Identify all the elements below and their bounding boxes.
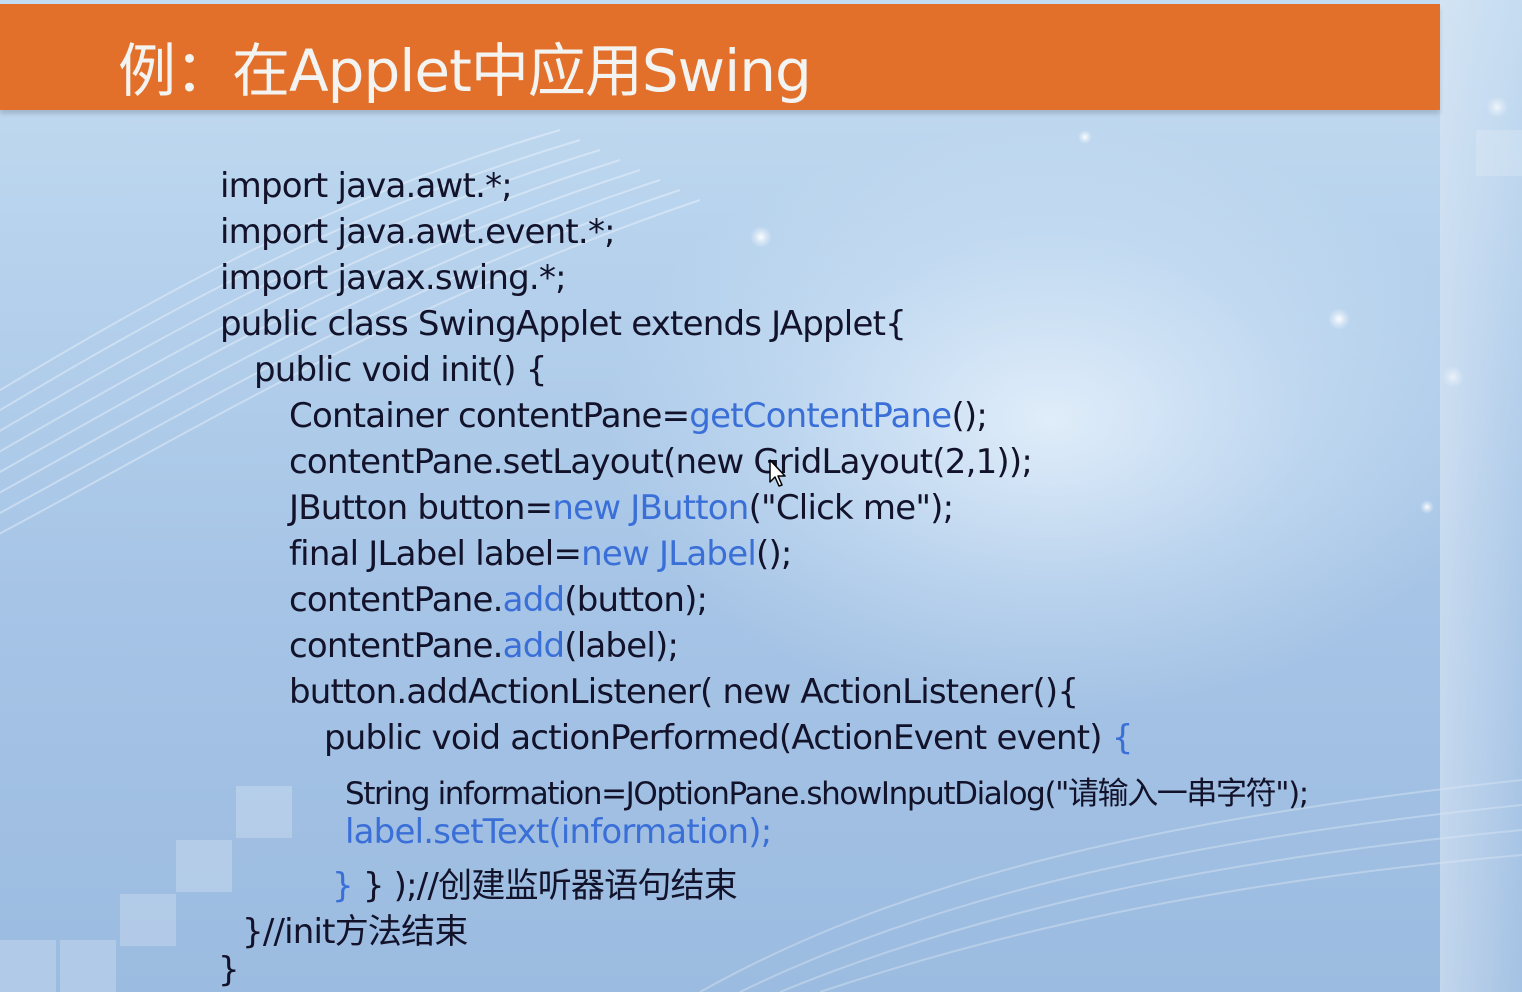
code-text: (label);	[564, 626, 679, 666]
code-line: } } );//创建监听器语句结束	[332, 858, 738, 907]
code-line: Container contentPane=getContentPane();	[289, 396, 988, 436]
code-line: button.addActionListener( new ActionList…	[289, 672, 1079, 712]
code-text: ();	[755, 534, 792, 574]
code-keyword: getContentPane	[689, 396, 952, 436]
code-line: String information=JOptionPane.showInput…	[345, 776, 1309, 812]
code-line: final JLabel label=new JLabel();	[289, 534, 792, 574]
code-line: public void actionPerformed(ActionEvent …	[324, 718, 1133, 758]
code-line: JButton button=new JButton("Click me");	[289, 488, 955, 528]
code-text: JButton button=	[289, 488, 553, 528]
code-line: label.setText(information);	[345, 812, 772, 852]
code-text: final JLabel label=	[289, 534, 582, 574]
code-text: public void actionPerformed(ActionEvent …	[324, 718, 1112, 758]
code-line: import java.awt.event.*;	[220, 212, 616, 252]
code-keyword: new JLabel	[581, 534, 757, 574]
code-keyword: add	[502, 626, 565, 666]
slide: 例：在Applet中应用Swing import java.awt.*; imp…	[0, 0, 1522, 992]
mouse-pointer-icon	[769, 459, 786, 487]
code-text: ();	[951, 396, 988, 436]
code-text: } );//创建监听器语句结束	[362, 866, 738, 906]
code-text: contentPane.	[289, 626, 503, 666]
code-keyword: {	[1111, 718, 1134, 758]
code-line: public class SwingApplet extends JApplet…	[220, 304, 907, 344]
code-keyword: }	[332, 866, 363, 906]
code-line: contentPane.add(label);	[289, 626, 679, 666]
code-line: contentPane.add(button);	[289, 580, 708, 620]
code-keyword: new JButton	[552, 488, 749, 528]
code-line: import java.awt.*;	[220, 166, 513, 206]
code-line: contentPane.setLayout(new GridLayout(2,1…	[289, 442, 1033, 482]
code-text: (button);	[564, 580, 708, 620]
code-text: ("Click me");	[748, 488, 955, 528]
code-line: import javax.swing.*;	[220, 258, 567, 298]
code-line: }	[218, 950, 240, 990]
code-line: public void init() {	[254, 350, 547, 390]
code-text: Container contentPane=	[289, 396, 690, 436]
code-keyword: add	[502, 580, 565, 620]
code-text: contentPane.	[289, 580, 503, 620]
code-block: import java.awt.*; import java.awt.event…	[0, 0, 1522, 992]
code-line: }//init方法结束	[242, 912, 468, 952]
